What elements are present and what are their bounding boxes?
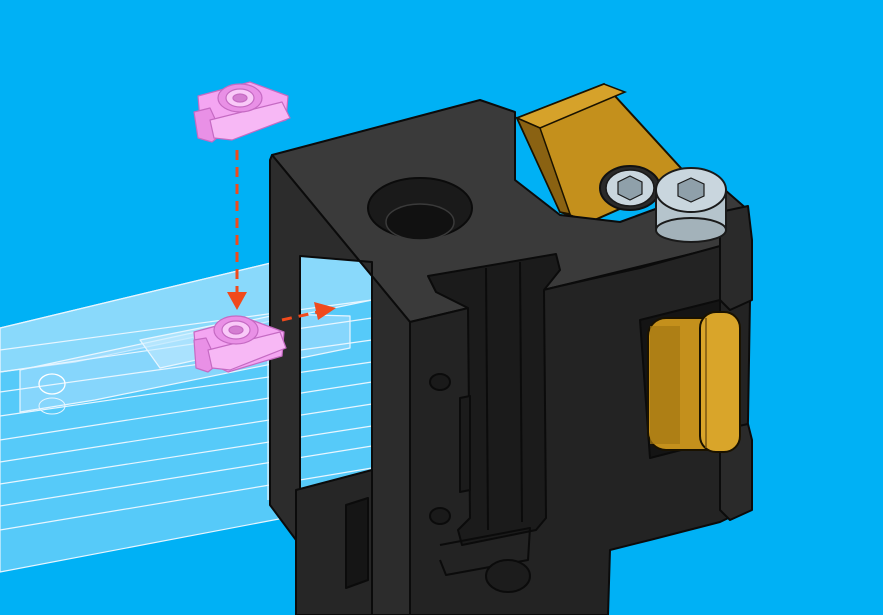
assembly-diagram: [0, 0, 883, 615]
socket-bolt-right: [655, 167, 727, 243]
brass-hinge: [647, 311, 741, 453]
socket-bolt-left: [599, 165, 661, 211]
assembly-view: [0, 0, 883, 615]
